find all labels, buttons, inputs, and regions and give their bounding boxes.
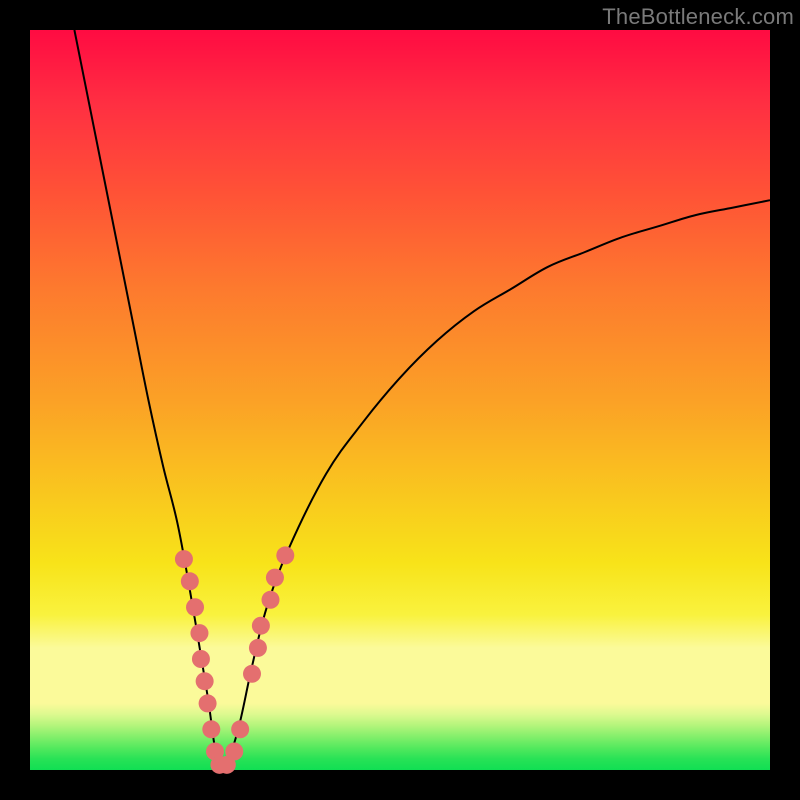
marker-dot — [262, 591, 280, 609]
marker-dot — [249, 639, 267, 657]
marker-dot — [192, 650, 210, 668]
marker-dot — [243, 665, 261, 683]
marker-dot — [175, 550, 193, 568]
chart-frame: TheBottleneck.com — [0, 0, 800, 800]
marker-dot — [252, 617, 270, 635]
marker-dot — [199, 694, 217, 712]
marker-dot — [231, 720, 249, 738]
curve-svg — [30, 30, 770, 770]
marker-dot — [225, 743, 243, 761]
marker-dot — [186, 598, 204, 616]
bottleneck-curve — [74, 30, 770, 770]
marker-dot — [181, 572, 199, 590]
watermark-text: TheBottleneck.com — [602, 4, 794, 30]
marker-dot — [190, 624, 208, 642]
marker-dot — [196, 672, 214, 690]
marker-dot — [276, 546, 294, 564]
marker-dot — [202, 720, 220, 738]
plot-area — [30, 30, 770, 770]
marker-dot — [266, 569, 284, 587]
